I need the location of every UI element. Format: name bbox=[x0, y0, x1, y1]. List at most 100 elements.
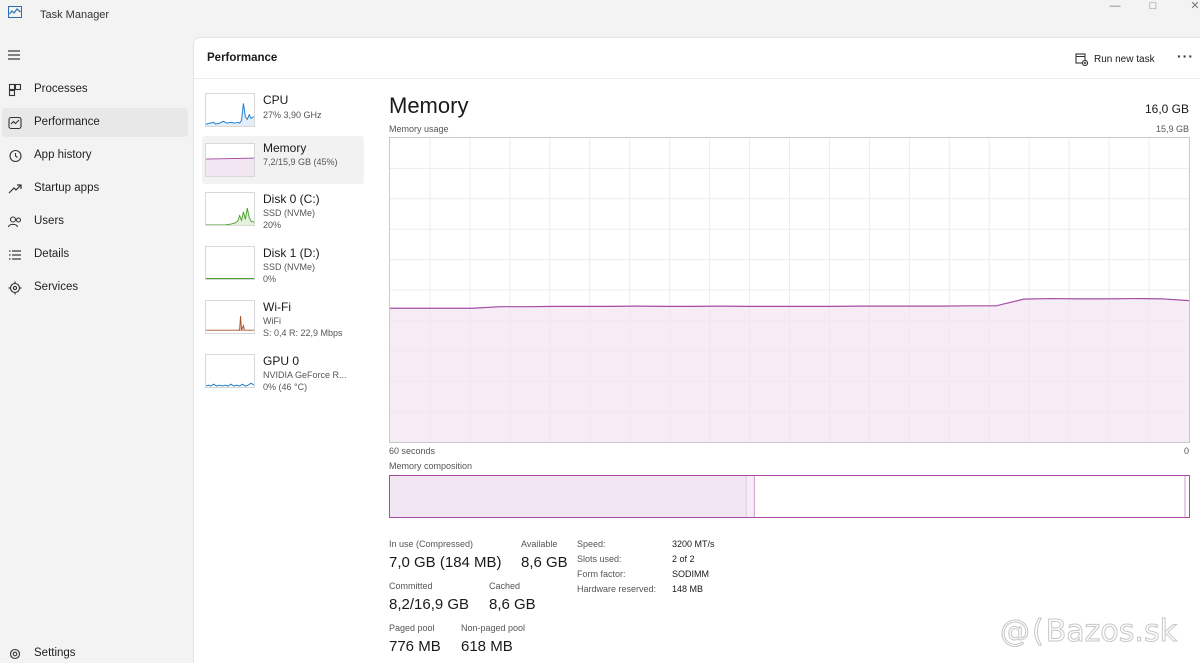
nav-label: Processes bbox=[34, 83, 88, 95]
device-disk-0[interactable]: Disk 0 (C:) SSD (NVMe) 20% bbox=[202, 189, 364, 237]
cpu-sparkline bbox=[205, 93, 255, 127]
device-name: Memory bbox=[263, 141, 307, 155]
run-new-task-button[interactable]: Run new task bbox=[1075, 49, 1155, 69]
maximize-button[interactable]: □ bbox=[1130, 0, 1176, 14]
nav-label: Performance bbox=[34, 116, 100, 128]
run-new-task-label: Run new task bbox=[1094, 53, 1155, 65]
memory-total: 16,0 GB bbox=[1144, 102, 1189, 116]
nav-label: Users bbox=[34, 215, 65, 227]
disk-0-sparkline bbox=[205, 192, 255, 226]
spec-form-factor-value: SODIMM bbox=[672, 569, 709, 579]
device-detail: 20% bbox=[263, 220, 282, 230]
nav-item-startup-apps[interactable]: Startup apps bbox=[2, 174, 188, 203]
memory-sparkline bbox=[205, 143, 255, 177]
device-detail: SSD (NVMe) bbox=[263, 262, 316, 272]
spec-hardware-reserved-label: Hardware reserved: bbox=[577, 584, 657, 594]
disk-1-sparkline bbox=[205, 246, 255, 280]
device-detail: 0% (46 °C) bbox=[263, 382, 308, 392]
settings-gear-icon bbox=[9, 648, 21, 660]
nav-item-settings[interactable]: Settings bbox=[2, 639, 188, 663]
users-icon bbox=[7, 216, 22, 228]
run-new-task-icon bbox=[1075, 52, 1088, 66]
nav-label: Settings bbox=[34, 647, 76, 659]
memory-usage-label: Memory usage bbox=[389, 124, 449, 134]
startup-apps-icon bbox=[8, 184, 22, 194]
gpu-0-sparkline bbox=[205, 354, 255, 388]
device-name: Disk 0 (C:) bbox=[263, 192, 320, 206]
stat-committed-value: 8,2/16,9 GB bbox=[389, 596, 470, 613]
stat-cached-label: Cached bbox=[489, 581, 521, 591]
nav-label: Startup apps bbox=[34, 182, 100, 194]
stat-available-value: 8,6 GB bbox=[521, 554, 568, 571]
task-manager-app-icon bbox=[8, 6, 22, 18]
close-button[interactable]: ✕ bbox=[1172, 0, 1200, 14]
graph-time-right: 0 bbox=[1183, 446, 1189, 456]
processes-icon bbox=[8, 83, 22, 97]
device-name: GPU 0 bbox=[263, 354, 300, 368]
bazos-watermark: @ ( Bazos.sk bbox=[1000, 614, 1178, 650]
device-gpu-0[interactable]: GPU 0 NVIDIA GeForce R... 0% (46 °C) bbox=[202, 351, 364, 399]
watermark-at: @ bbox=[1000, 614, 1031, 650]
page-title: Performance bbox=[207, 52, 278, 64]
stat-paged-pool-value: 776 MB bbox=[389, 638, 441, 655]
spec-form-factor-label: Form factor: bbox=[577, 569, 626, 579]
app-history-icon bbox=[9, 149, 22, 163]
stat-non-paged-pool-label: Non-paged pool bbox=[461, 623, 526, 633]
header-divider bbox=[194, 78, 1200, 79]
memory-composition-label: Memory composition bbox=[389, 461, 473, 471]
device-wifi[interactable]: Wi-Fi WiFi S: 0,4 R: 22,9 Mbps bbox=[202, 297, 364, 345]
device-name: Wi-Fi bbox=[263, 300, 291, 314]
nav-label: Details bbox=[34, 248, 70, 260]
stat-non-paged-pool-value: 618 MB bbox=[461, 638, 513, 655]
device-name: CPU bbox=[263, 93, 289, 107]
device-detail: 7,2/15,9 GB (45%) bbox=[263, 157, 338, 167]
title-bar: Task Manager — □ ✕ bbox=[0, 0, 1200, 36]
stat-in-use-label: In use (Compressed) bbox=[389, 539, 474, 549]
device-detail: 27% 3,90 GHz bbox=[263, 110, 322, 120]
memory-usage-area bbox=[390, 298, 1189, 442]
stat-committed-label: Committed bbox=[389, 581, 433, 591]
device-detail: WiFi bbox=[263, 316, 281, 326]
stat-paged-pool-label: Paged pool bbox=[389, 623, 435, 633]
watermark-paren: ( bbox=[1032, 614, 1045, 650]
nav-label: Services bbox=[34, 281, 79, 293]
wifi-sparkline bbox=[205, 300, 255, 334]
spec-slots-value: 2 of 2 bbox=[672, 554, 695, 564]
stat-in-use-value: 7,0 GB (184 MB) bbox=[389, 554, 502, 571]
composition-in-use bbox=[390, 476, 747, 517]
device-cpu[interactable]: CPU 27% 3,90 GHz bbox=[202, 90, 364, 138]
nav-item-processes[interactable]: Processes bbox=[2, 75, 188, 104]
nav-item-app-history[interactable]: App history bbox=[2, 141, 188, 170]
nav-item-performance[interactable]: Performance bbox=[2, 108, 188, 137]
hamburger-menu-icon[interactable] bbox=[7, 49, 21, 61]
memory-usage-graph bbox=[389, 137, 1190, 443]
device-detail: S: 0,4 R: 22,9 Mbps bbox=[263, 328, 343, 338]
graph-time-left: 60 seconds bbox=[389, 446, 436, 456]
details-icon bbox=[9, 250, 21, 260]
nav-item-services[interactable]: Services bbox=[2, 273, 188, 302]
device-memory[interactable]: Memory 7,2/15,9 GB (45%) bbox=[202, 136, 364, 184]
nav-label: App history bbox=[34, 149, 92, 161]
nav-item-users[interactable]: Users bbox=[2, 207, 188, 236]
device-disk-1[interactable]: Disk 1 (D:) SSD (NVMe) 0% bbox=[202, 243, 364, 291]
stat-cached-value: 8,6 GB bbox=[489, 596, 536, 613]
nav-item-details[interactable]: Details bbox=[2, 240, 188, 269]
spec-hardware-reserved-value: 148 MB bbox=[672, 584, 704, 594]
device-detail: NVIDIA GeForce R... bbox=[263, 370, 347, 380]
device-detail: 0% bbox=[263, 274, 277, 284]
window-title: Task Manager bbox=[40, 9, 110, 21]
device-name: Disk 1 (D:) bbox=[263, 246, 320, 260]
main-panel: Performance Run new task ··· CPU 27% 3,9… bbox=[193, 37, 1200, 663]
composition-modified bbox=[746, 476, 755, 517]
spec-speed-label: Speed: bbox=[577, 539, 606, 549]
memory-usage-max: 15,9 GB bbox=[1155, 124, 1189, 134]
memory-composition-bar bbox=[389, 475, 1190, 518]
spec-speed-value: 3200 MT/s bbox=[672, 539, 715, 549]
performance-icon bbox=[8, 116, 22, 130]
services-icon bbox=[8, 281, 22, 295]
more-options-button[interactable]: ··· bbox=[1177, 48, 1194, 64]
memory-title: Memory bbox=[389, 93, 469, 118]
spec-slots-label: Slots used: bbox=[577, 554, 622, 564]
stat-available-label: Available bbox=[521, 539, 558, 549]
device-detail: SSD (NVMe) bbox=[263, 208, 316, 218]
